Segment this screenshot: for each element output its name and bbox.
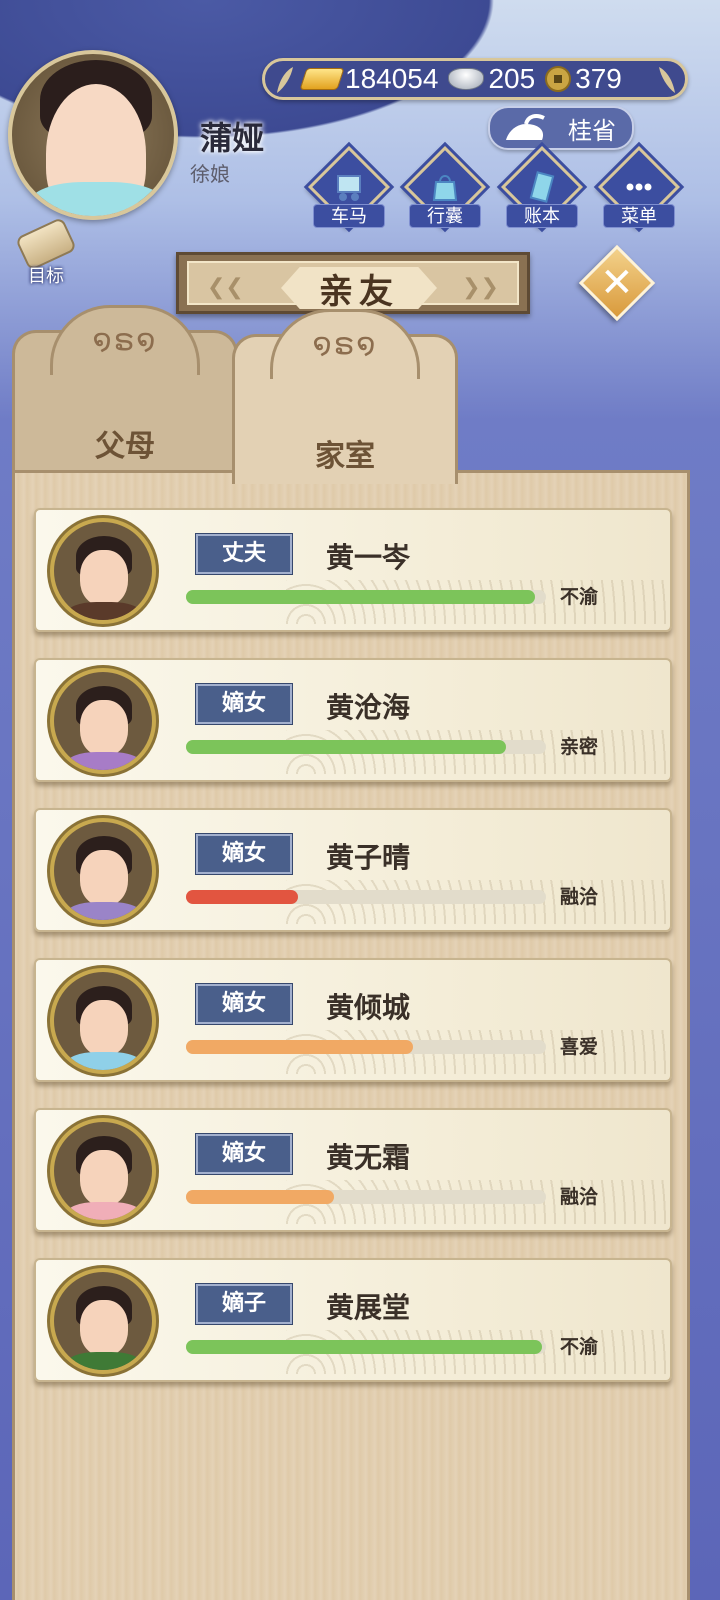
bag-icon: [432, 175, 458, 201]
tab-parents-label: 父母: [95, 429, 155, 464]
relationship-bar: [186, 1040, 546, 1054]
member-card[interactable]: 嫡女 黄沧海亲密: [34, 658, 672, 782]
member-role-tag: 嫡女: [195, 983, 293, 1025]
relationship-status: 亲密: [560, 736, 599, 758]
carriage-label: 车马: [313, 204, 385, 228]
member-portrait[interactable]: [50, 818, 156, 924]
member-portrait[interactable]: [50, 668, 156, 774]
location-badge[interactable]: 桂省: [488, 106, 634, 150]
relationship-status: 喜爱: [560, 1036, 599, 1058]
relationship-status: 不渝: [560, 586, 599, 608]
silver-amount: 205: [488, 63, 536, 94]
bag-button[interactable]: 行囊: [402, 145, 488, 232]
copper-coin-icon: [545, 66, 572, 92]
more-icon: [626, 183, 652, 191]
member-card[interactable]: 嫡女 黄倾城喜爱: [34, 958, 672, 1082]
member-role-tag: 嫡女: [195, 1133, 293, 1175]
ledger-button[interactable]: 账本: [499, 145, 585, 232]
cloud-curl-ornament-icon: ໑ຣ໑: [92, 323, 158, 358]
cloud-curl-ornament-icon: ໑ຣ໑: [312, 327, 378, 362]
chevron-left-ornament-icon: ❮❮: [207, 275, 244, 300]
gold-ingot-icon: [299, 68, 345, 90]
relationship-bar-fill: [186, 740, 507, 754]
ledger-icon: [529, 171, 555, 203]
leaf-ornament-icon: [659, 67, 675, 93]
relationship-bar: [186, 590, 546, 604]
relationship-status: 融洽: [560, 1186, 599, 1208]
relationship-bar-fill: [186, 1190, 334, 1204]
member-portrait[interactable]: [50, 518, 156, 624]
tab-family[interactable]: ໑ຣ໑ 家室: [232, 309, 458, 484]
silver-ingot-icon: [448, 68, 485, 90]
relationship-bar-fill: [186, 590, 536, 604]
currency-bar: 184054 205 379: [262, 58, 688, 100]
member-name: 黄一岑: [326, 541, 411, 574]
relationship-bar-fill: [186, 1340, 543, 1354]
relationship-bar: [186, 1190, 546, 1204]
leaf-ornament-icon: [277, 67, 293, 93]
member-name: 黄无霜: [326, 1141, 411, 1174]
player-title: 徐娘: [190, 162, 230, 186]
player-avatar[interactable]: [8, 50, 178, 220]
gold-currency: 184054: [299, 63, 439, 95]
close-button[interactable]: ✕: [578, 244, 656, 322]
member-card[interactable]: 丈夫 黄一岑不渝: [34, 508, 672, 632]
relationship-bar: [186, 740, 546, 754]
relationship-bar-fill: [186, 890, 298, 904]
member-portrait[interactable]: [50, 968, 156, 1074]
member-name: 黄子晴: [326, 841, 411, 874]
tab-parents[interactable]: ໑ຣ໑ 父母: [12, 305, 238, 470]
silver-currency: 205: [448, 63, 535, 95]
goal-button[interactable]: 目标: [12, 216, 82, 288]
page-title-banner: ❮❮ 亲友 ❯❯: [176, 252, 530, 314]
member-role-tag: 嫡女: [195, 683, 293, 725]
close-icon: ✕: [600, 259, 634, 306]
menu-label: 菜单: [603, 204, 675, 228]
member-role-tag: 嫡女: [195, 833, 293, 875]
location-label: 桂省: [568, 116, 616, 145]
member-portrait[interactable]: [50, 1268, 156, 1374]
menu-button[interactable]: 菜单: [596, 145, 682, 232]
iron-icon: [506, 114, 545, 140]
member-portrait[interactable]: [50, 1118, 156, 1224]
carriage-button[interactable]: 车马: [306, 145, 392, 232]
relationship-bar: [186, 1340, 546, 1354]
relationship-status: 融洽: [560, 886, 599, 908]
ledger-label: 账本: [506, 204, 578, 228]
copper-amount: 379: [575, 63, 622, 94]
goal-label: 目标: [28, 266, 64, 287]
carriage-icon: [337, 175, 361, 201]
bag-label: 行囊: [409, 204, 481, 228]
chevron-right-ornament-icon: ❯❯: [462, 275, 499, 300]
copper-currency: 379: [545, 63, 622, 95]
member-role-tag: 丈夫: [195, 533, 293, 575]
member-card[interactable]: 嫡子 黄展堂不渝: [34, 1258, 672, 1382]
relationship-status: 不渝: [560, 1336, 599, 1358]
tab-family-label: 家室: [315, 439, 375, 474]
page-title: 亲友: [319, 271, 399, 312]
player-name: 蒲娅: [200, 119, 265, 157]
member-name: 黄展堂: [326, 1291, 411, 1324]
gold-amount: 184054: [345, 63, 439, 94]
relationship-bar-fill: [186, 1040, 413, 1054]
member-role-tag: 嫡子: [195, 1283, 293, 1325]
member-card[interactable]: 嫡女 黄无霜融洽: [34, 1108, 672, 1232]
relationship-bar: [186, 890, 546, 904]
member-name: 黄沧海: [326, 691, 411, 724]
member-name: 黄倾城: [326, 991, 411, 1024]
member-card[interactable]: 嫡女 黄子晴融洽: [34, 808, 672, 932]
